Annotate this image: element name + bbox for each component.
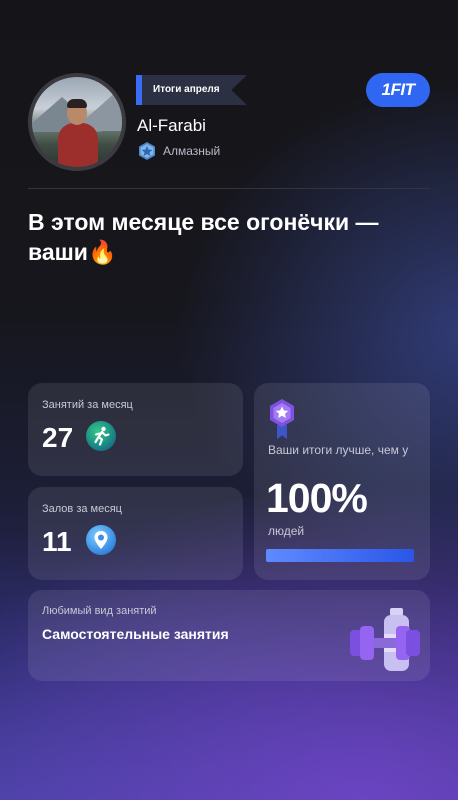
workouts-label: Занятий за месяц bbox=[42, 399, 133, 411]
gyms-card[interactable]: Залов за месяц 11 bbox=[28, 487, 243, 580]
headline-line-1: В этом месяце все огонёчки — bbox=[28, 209, 379, 235]
rank-label: Алмазный bbox=[163, 144, 221, 158]
dumbbell-bottle-icon bbox=[350, 608, 420, 671]
period-tag-label: Итоги апреля bbox=[153, 84, 220, 95]
running-icon bbox=[86, 421, 116, 451]
avatar[interactable] bbox=[28, 73, 126, 171]
ranking-lead: Ваши итоги лучше, чем у bbox=[268, 443, 409, 457]
medal-icon bbox=[270, 399, 294, 439]
divider bbox=[28, 188, 430, 189]
ranking-progress-fill bbox=[266, 549, 414, 562]
photo-person-body bbox=[58, 123, 98, 167]
ranking-progress-bar bbox=[266, 549, 414, 562]
username: Al-Farabi bbox=[137, 116, 206, 135]
period-tag-accent bbox=[136, 75, 142, 105]
diamond-rank-icon bbox=[139, 142, 155, 160]
profile-photo bbox=[32, 77, 122, 167]
gyms-value: 11 bbox=[42, 526, 72, 557]
fire-icon: 🔥 bbox=[87, 239, 117, 265]
ranking-people: людей bbox=[268, 524, 305, 538]
rank-row: Алмазный bbox=[137, 141, 220, 161]
favorite-value: Самостоятельные занятия bbox=[42, 626, 229, 642]
location-pin-icon bbox=[86, 525, 116, 555]
workouts-value: 27 bbox=[42, 422, 74, 453]
headline: В этом месяце все огонёчки — ваши🔥 bbox=[28, 207, 428, 267]
workouts-card[interactable]: Занятий за месяц 27 bbox=[28, 383, 243, 476]
ranking-card[interactable]: Ваши итоги лучше, чем у 100% людей bbox=[254, 383, 430, 580]
favorite-label: Любимый вид занятий bbox=[42, 605, 157, 617]
brand-logo: 1FIT bbox=[366, 73, 430, 107]
headline-line-2: ваши bbox=[28, 239, 88, 265]
favorite-activity-card[interactable]: Любимый вид занятий Самостоятельные заня… bbox=[28, 590, 430, 681]
gyms-label: Залов за месяц bbox=[42, 503, 122, 515]
period-tag: Итоги апреля bbox=[136, 75, 247, 105]
photo-person-hair bbox=[67, 99, 87, 108]
ranking-percent: 100% bbox=[266, 475, 368, 521]
